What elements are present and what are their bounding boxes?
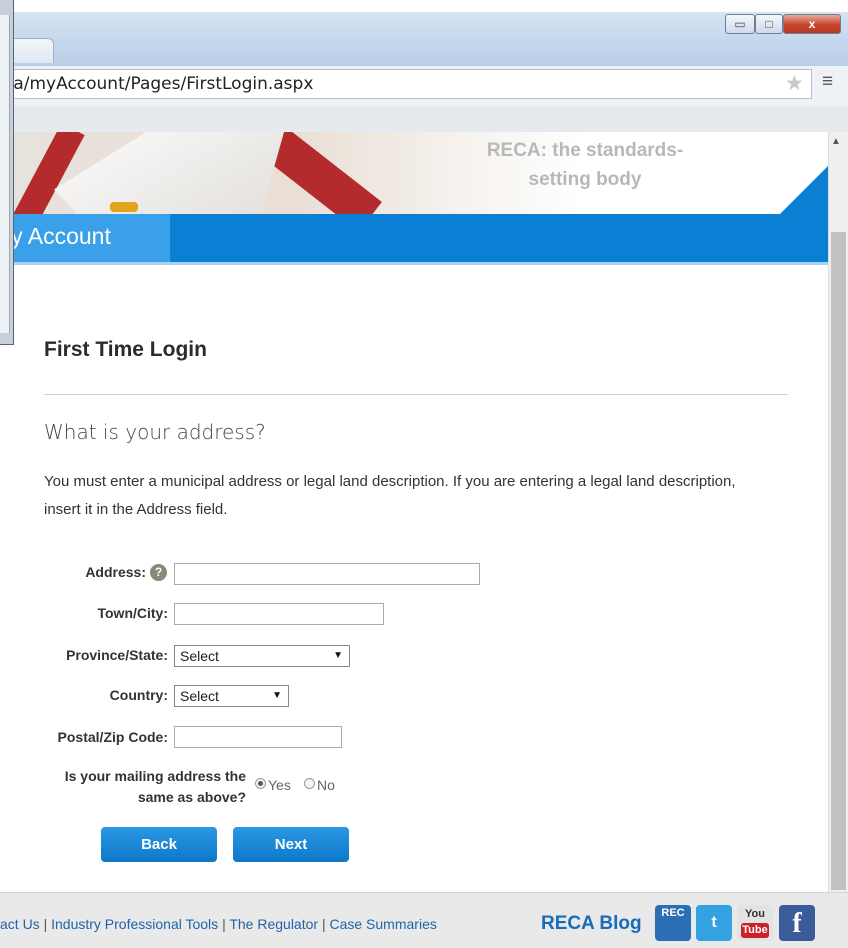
section-heading: What is your address? bbox=[44, 420, 266, 444]
banner-yellow-spot bbox=[110, 202, 138, 212]
next-button[interactable]: Next bbox=[233, 827, 349, 862]
province-select[interactable]: Select ▼ bbox=[174, 645, 350, 667]
footer-separator: | bbox=[222, 916, 226, 932]
youtube-bottom-text: Tube bbox=[741, 923, 769, 938]
footer-separator: | bbox=[321, 916, 326, 932]
mailing-label: Is your mailing address the same as abov… bbox=[64, 768, 246, 805]
chevron-down-icon: ▼ bbox=[272, 690, 282, 701]
scrollbar-thumb[interactable] bbox=[831, 232, 846, 890]
mailing-yes-radio[interactable] bbox=[255, 778, 266, 789]
bookmark-star-icon[interactable]: ★ bbox=[785, 71, 804, 96]
window-top-strip bbox=[0, 0, 848, 12]
footer-link-industry-tools[interactable]: Industry Professional Tools bbox=[51, 916, 218, 932]
mailing-yes-label[interactable]: Yes bbox=[268, 777, 291, 793]
help-icon[interactable]: ? bbox=[150, 564, 167, 581]
footer-link-contact-us[interactable]: act Us bbox=[0, 916, 40, 932]
reca-icon[interactable]: REC bbox=[655, 905, 691, 941]
divider bbox=[44, 394, 788, 395]
country-select-value: Select bbox=[180, 688, 219, 704]
country-select[interactable]: Select ▼ bbox=[174, 685, 289, 707]
mailing-no-radio[interactable] bbox=[304, 778, 315, 789]
page-title: First Time Login bbox=[44, 338, 207, 361]
scroll-up-icon[interactable]: ▲ bbox=[831, 136, 841, 147]
town-input[interactable] bbox=[174, 603, 384, 625]
radio-selected-dot bbox=[258, 781, 263, 786]
bookmarks-bar bbox=[0, 106, 848, 133]
browser-menu-icon[interactable]: ≡ bbox=[822, 71, 833, 93]
footer-links: act Us | Industry Professional Tools | T… bbox=[0, 916, 437, 932]
country-label: Country: bbox=[109, 687, 168, 703]
reca-icon-text: REC bbox=[661, 907, 685, 919]
facebook-icon[interactable]: f bbox=[779, 905, 815, 941]
twitter-icon[interactable]: t bbox=[696, 905, 732, 941]
address-label: Address: bbox=[85, 564, 146, 580]
footer-link-regulator[interactable]: The Regulator bbox=[229, 916, 318, 932]
close-window-button[interactable]: x bbox=[783, 14, 841, 34]
mailing-no-label[interactable]: No bbox=[317, 777, 335, 793]
minimize-icon: ▭ bbox=[734, 17, 746, 31]
maximize-icon: □ bbox=[765, 17, 773, 31]
banner-white-shape bbox=[54, 132, 284, 214]
banner-caption: RECA: the standards- setting body bbox=[486, 140, 684, 190]
reca-blog-link[interactable]: RECA Blog bbox=[541, 913, 642, 935]
back-button[interactable]: Back bbox=[101, 827, 217, 862]
maximize-button[interactable]: □ bbox=[755, 14, 783, 34]
twitter-glyph: t bbox=[711, 914, 717, 931]
url-text[interactable]: ca/myAccount/Pages/FirstLogin.aspx bbox=[4, 74, 313, 94]
instructions-text: You must enter a municipal address or le… bbox=[44, 473, 736, 518]
background-window-panel bbox=[0, 15, 10, 333]
minimize-button[interactable]: ▭ bbox=[725, 14, 755, 34]
postal-input[interactable] bbox=[174, 726, 342, 748]
youtube-top-text: You bbox=[745, 908, 765, 920]
banner-blue-corner bbox=[780, 166, 828, 214]
address-input[interactable] bbox=[174, 563, 480, 585]
browser-titlebar bbox=[0, 12, 848, 66]
province-select-value: Select bbox=[180, 648, 219, 664]
youtube-icon[interactable]: You Tube bbox=[737, 905, 773, 941]
footer-link-case-summaries[interactable]: Case Summaries bbox=[329, 916, 436, 932]
postal-label: Postal/Zip Code: bbox=[57, 729, 168, 745]
footer-separator: | bbox=[43, 916, 48, 932]
nav-underline bbox=[0, 262, 828, 265]
town-label: Town/City: bbox=[97, 605, 168, 621]
facebook-glyph: f bbox=[792, 908, 802, 939]
close-icon: x bbox=[808, 17, 816, 31]
nav-title[interactable]: ly Account bbox=[6, 223, 111, 250]
chevron-down-icon: ▼ bbox=[333, 650, 343, 661]
province-label: Province/State: bbox=[66, 647, 168, 663]
